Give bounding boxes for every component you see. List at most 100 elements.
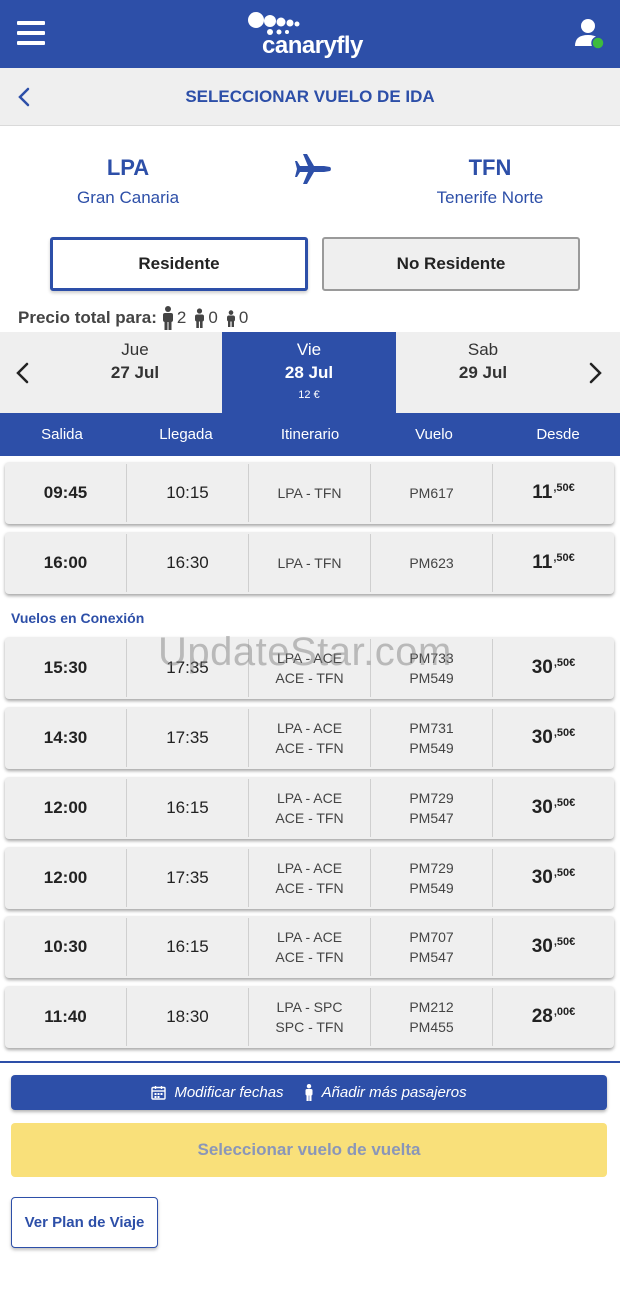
calendar-icon (151, 1086, 167, 1100)
origin-city: Gran Canaria (76, 188, 180, 207)
non-resident-button[interactable]: No Residente (322, 237, 580, 291)
date-dow: Sab (467, 340, 499, 359)
destination-city: Tenerife Norte (436, 188, 544, 207)
flight-code: PM731 (409, 720, 454, 736)
flight-number: PM623 (371, 534, 493, 592)
date-lowest-price: 12 € (298, 389, 320, 401)
passenger-label: Precio total para: (18, 308, 157, 327)
page-title: SELECCIONAR VUELO DE IDA (185, 87, 435, 106)
passenger-summary: Precio total para: 2 0 0 (18, 305, 251, 331)
select-return-flight-button[interactable]: Seleccionar vuelo de vuelta (11, 1123, 607, 1177)
resident-button[interactable]: Residente (50, 237, 308, 291)
section-divider (0, 1061, 620, 1063)
arrival-time: 17:35 (127, 849, 249, 907)
price: 11,50€ (493, 464, 614, 522)
next-date-icon[interactable] (583, 360, 607, 386)
price-integer: 11 (532, 482, 553, 503)
flight-table-header: Salida Llegada Itinerario Vuelo Desde (0, 413, 620, 456)
child-count: 0 (208, 308, 218, 327)
flight-code: PM212 (409, 999, 454, 1015)
airplane-icon (295, 154, 331, 184)
departure-time: 12:00 (5, 779, 127, 837)
brand-name: canaryfly (262, 32, 363, 59)
price: 30,50€ (493, 709, 614, 767)
add-passengers-button[interactable]: Añadir más pasajeros (304, 1084, 467, 1101)
flight-code: PM729 (409, 860, 454, 876)
arrival-time: 18:30 (127, 988, 249, 1046)
column-flight: Vuelo (415, 426, 453, 443)
flight-code: PM549 (409, 880, 454, 896)
date-day-month: 29 Jul (458, 363, 508, 382)
price-integer: 11 (532, 552, 553, 573)
flight-code: PM733 (409, 650, 454, 666)
flight-code: PM623 (409, 555, 454, 571)
itinerary-leg: LPA - TFN (277, 555, 342, 571)
price: 30,50€ (493, 918, 614, 976)
arrival-time: 16:15 (127, 779, 249, 837)
arrival-time: 17:35 (127, 709, 249, 767)
departure-time: 16:00 (5, 534, 127, 592)
flight-code: PM547 (409, 949, 454, 965)
arrival-time: 16:15 (127, 918, 249, 976)
date-option-prev[interactable]: Jue 27 Jul (48, 332, 222, 413)
price-decimal: ,50€ (553, 552, 575, 564)
flight-row[interactable]: 10:30 16:15 LPA - ACE ACE - TFN PM707 PM54… (5, 916, 614, 978)
date-day-month: 28 Jul (284, 363, 334, 382)
date-dow: Jue (121, 340, 149, 359)
flight-number: PM731 PM549 (371, 709, 493, 767)
flight-code: PM549 (409, 740, 454, 756)
itinerary-leg: ACE - TFN (275, 670, 344, 686)
flight-row[interactable]: 12:00 16:15 LPA - ACE ACE - TFN PM729 PM54… (5, 777, 614, 839)
hamburger-menu-icon[interactable] (17, 21, 45, 45)
itinerary-leg: ACE - TFN (275, 880, 344, 896)
flight-row[interactable]: 14:30 17:35 LPA - ACE ACE - TFN PM731 PM54… (5, 707, 614, 769)
flight-row[interactable]: 11:40 18:30 LPA - SPC SPC - TFN PM212 PM45… (5, 986, 614, 1048)
flight-number: PM212 PM455 (371, 988, 493, 1046)
date-selector: Jue 27 Jul Vie 28 Jul 12 € Sab 29 Jul (0, 332, 620, 413)
arrival-time: 10:15 (127, 464, 249, 522)
price-decimal: ,50€ (553, 936, 576, 948)
flight-number: PM729 PM549 (371, 849, 493, 907)
flight-row[interactable]: 09:45 10:15 LPA - TFN PM617 11,50€ (5, 462, 614, 524)
previous-date-icon[interactable] (11, 360, 35, 386)
page-titlebar: SELECCIONAR VUELO DE IDA (0, 68, 620, 126)
flight-row[interactable]: 12:00 17:35 LPA - ACE ACE - TFN PM729 PM54… (5, 847, 614, 909)
price-integer: 30 (531, 797, 553, 818)
itinerary-leg: LPA - ACE (276, 929, 343, 945)
column-arrival: Llegada (159, 426, 213, 443)
itinerary-leg: LPA - ACE (276, 720, 343, 736)
app-header: canaryfly (0, 0, 620, 68)
departure-time: 09:45 (5, 464, 127, 522)
flight-row[interactable]: 15:30 17:35 LPA - ACE ACE - TFN PM733 PM54… (5, 637, 614, 699)
price-integer: 28 (531, 1006, 553, 1027)
chevron-left-icon[interactable] (12, 84, 38, 110)
flight-number: PM617 (371, 464, 493, 522)
price-decimal: ,50€ (553, 727, 576, 739)
itinerary-leg: LPA - SPC (276, 999, 343, 1015)
canaryfly-logo[interactable]: canaryfly (246, 10, 376, 60)
departure-time: 15:30 (5, 639, 127, 697)
user-account-icon[interactable] (572, 16, 608, 52)
itinerary: LPA - ACE ACE - TFN (249, 639, 371, 697)
view-travel-plan-button[interactable]: Ver Plan de Viaje (11, 1197, 158, 1248)
infant-count: 0 (238, 308, 249, 327)
connections-heading: Vuelos en Conexión (11, 610, 145, 626)
flight-code: PM617 (409, 485, 454, 501)
add-passengers-label: Añadir más pasajeros (321, 1084, 467, 1101)
flight-code: PM729 (409, 790, 454, 806)
itinerary: LPA - TFN (249, 464, 371, 522)
itinerary-leg: LPA - TFN (277, 485, 342, 501)
date-option-next[interactable]: Sab 29 Jul (396, 332, 570, 413)
itinerary-leg: SPC - TFN (275, 1019, 344, 1035)
date-option-selected[interactable]: Vie 28 Jul 12 € (222, 332, 396, 413)
itinerary-leg: ACE - TFN (275, 740, 344, 756)
price-decimal: ,50€ (553, 482, 575, 494)
modify-dates-button[interactable]: Modificar fechas (151, 1084, 284, 1101)
column-itinerary: Itinerario (280, 426, 340, 443)
child-icon (195, 308, 205, 328)
itinerary-leg: LPA - ACE (276, 790, 343, 806)
flight-row[interactable]: 16:00 16:30 LPA - TFN PM623 11,50€ (5, 532, 614, 594)
flight-code: PM547 (409, 810, 454, 826)
itinerary: LPA - ACE ACE - TFN (249, 849, 371, 907)
itinerary: LPA - ACE ACE - TFN (249, 779, 371, 837)
